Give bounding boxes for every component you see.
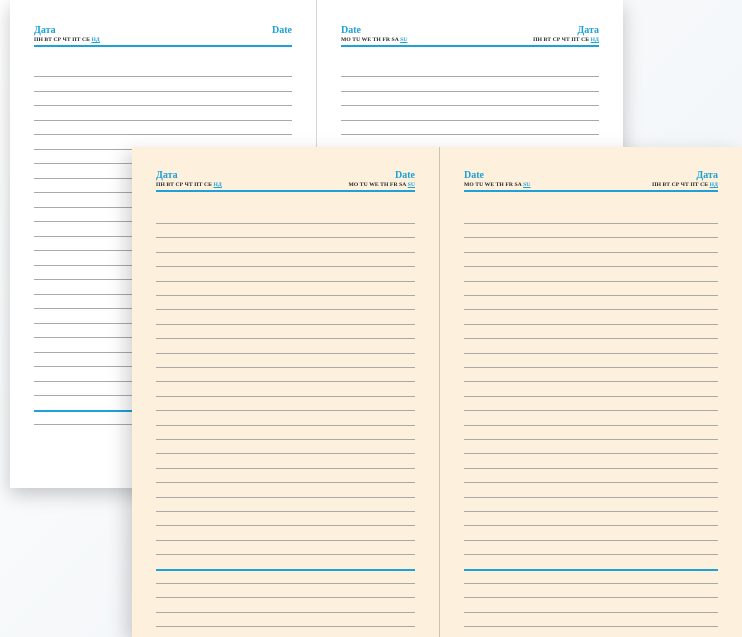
ruled-line [34, 90, 292, 92]
ruled-line [156, 496, 415, 498]
date-label: Дата [34, 25, 56, 36]
accent-ruled-line [464, 568, 718, 571]
weekdays-row: ПН ВТ СР ЧТ ПТ СБ НД [34, 37, 100, 43]
ruled-line [464, 467, 718, 469]
weekdays-row: MO TU WE TH FR SA SU [341, 37, 408, 43]
cream-notebook-spread: Дата Date ПН ВТ СР ЧТ ПТ СБ НД MO TU WE … [132, 147, 742, 637]
ruled-line [464, 323, 718, 325]
ruled-line [156, 338, 415, 340]
ruled-line [156, 266, 415, 268]
ruled-line [341, 134, 599, 135]
weekdays-row: ПН ВТ СР ЧТ ПТ СБ НД [533, 37, 599, 43]
date-label: Дата [696, 170, 718, 181]
ruled-line [156, 453, 415, 455]
ruled-line [341, 119, 599, 121]
date-label: Date [341, 25, 361, 36]
ruled-line [464, 583, 718, 584]
ruled-line [156, 597, 415, 599]
page-header: Date Дата MO TU WE TH FR SA SU ПН ВТ СР … [464, 171, 718, 193]
ruled-line [464, 367, 718, 368]
ruled-line [464, 338, 718, 340]
cream-right-page: Date Дата MO TU WE TH FR SA SU ПН ВТ СР … [440, 147, 742, 637]
ruled-line [464, 482, 718, 484]
page-header: Дата Date ПН ВТ СР ЧТ ПТ СБ НД MO TU WE … [156, 171, 415, 193]
ruled-line [341, 76, 599, 77]
ruled-line [464, 309, 718, 311]
ruled-line [156, 352, 415, 354]
weekdays-row: MO TU WE TH FR SA SU [464, 182, 531, 188]
page-header: Дата Date ПН ВТ СР ЧТ ПТ СБ НД [34, 26, 292, 48]
ruled-line [156, 439, 415, 440]
ruled-line [156, 381, 415, 383]
ruled-line [341, 105, 599, 106]
date-label: Date [395, 170, 415, 181]
ruled-line [156, 395, 415, 397]
ruled-line [156, 511, 415, 512]
ruled-line [464, 410, 718, 412]
date-label: Date [272, 25, 292, 36]
ruled-line [464, 626, 718, 628]
weekdays-row: ПН ВТ СР ЧТ ПТ СБ НД [652, 182, 718, 188]
date-label: Дата [577, 25, 599, 36]
ruled-line [464, 539, 718, 541]
ruled-line [464, 424, 718, 426]
ruled-line [156, 539, 415, 541]
ruled-line [464, 453, 718, 455]
ruled-line [156, 367, 415, 368]
header-rule [34, 45, 292, 47]
ruled-line [156, 251, 415, 253]
ruled-line [156, 237, 415, 239]
ruled-line [464, 511, 718, 512]
ruled-line [156, 611, 415, 613]
ruled-line [464, 496, 718, 498]
ruled-line [464, 251, 718, 253]
ruled-line [156, 223, 415, 224]
ruled-line [464, 237, 718, 239]
ruled-line [464, 266, 718, 268]
ruled-line [464, 439, 718, 440]
ruled-line [156, 525, 415, 527]
ruled-line [156, 626, 415, 628]
date-label: Date [464, 170, 484, 181]
ruled-line [464, 525, 718, 527]
ruled-line [156, 467, 415, 469]
ruled-line [464, 295, 718, 296]
ruled-line [156, 554, 415, 556]
ruled-line [156, 482, 415, 484]
ruled-line [464, 280, 718, 282]
header-rule [156, 190, 415, 192]
cream-left-page: Дата Date ПН ВТ СР ЧТ ПТ СБ НД MO TU WE … [132, 147, 439, 637]
ruled-line [464, 352, 718, 354]
ruled-line [34, 105, 292, 106]
accent-ruled-line [156, 568, 415, 571]
weekdays-row: ПН ВТ СР ЧТ ПТ СБ НД [156, 182, 222, 188]
ruled-line [464, 223, 718, 224]
ruled-line [156, 280, 415, 282]
page-header: Date Дата MO TU WE TH FR SA SU ПН ВТ СР … [341, 26, 599, 48]
ruled-line [464, 554, 718, 556]
ruled-line [34, 76, 292, 77]
weekdays-row: MO TU WE TH FR SA SU [348, 182, 415, 188]
date-label: Дата [156, 170, 178, 181]
ruled-line [156, 309, 415, 311]
ruled-line [464, 395, 718, 397]
ruled-line [341, 90, 599, 92]
ruled-line [464, 381, 718, 383]
ruled-line [464, 597, 718, 599]
header-rule [341, 45, 599, 47]
ruled-line [34, 119, 292, 121]
ruled-line [34, 134, 292, 135]
header-rule [464, 190, 718, 192]
ruled-line [156, 295, 415, 296]
ruled-line [464, 611, 718, 613]
ruled-line [156, 583, 415, 584]
ruled-line [156, 323, 415, 325]
ruled-line [156, 424, 415, 426]
ruled-line [156, 410, 415, 412]
